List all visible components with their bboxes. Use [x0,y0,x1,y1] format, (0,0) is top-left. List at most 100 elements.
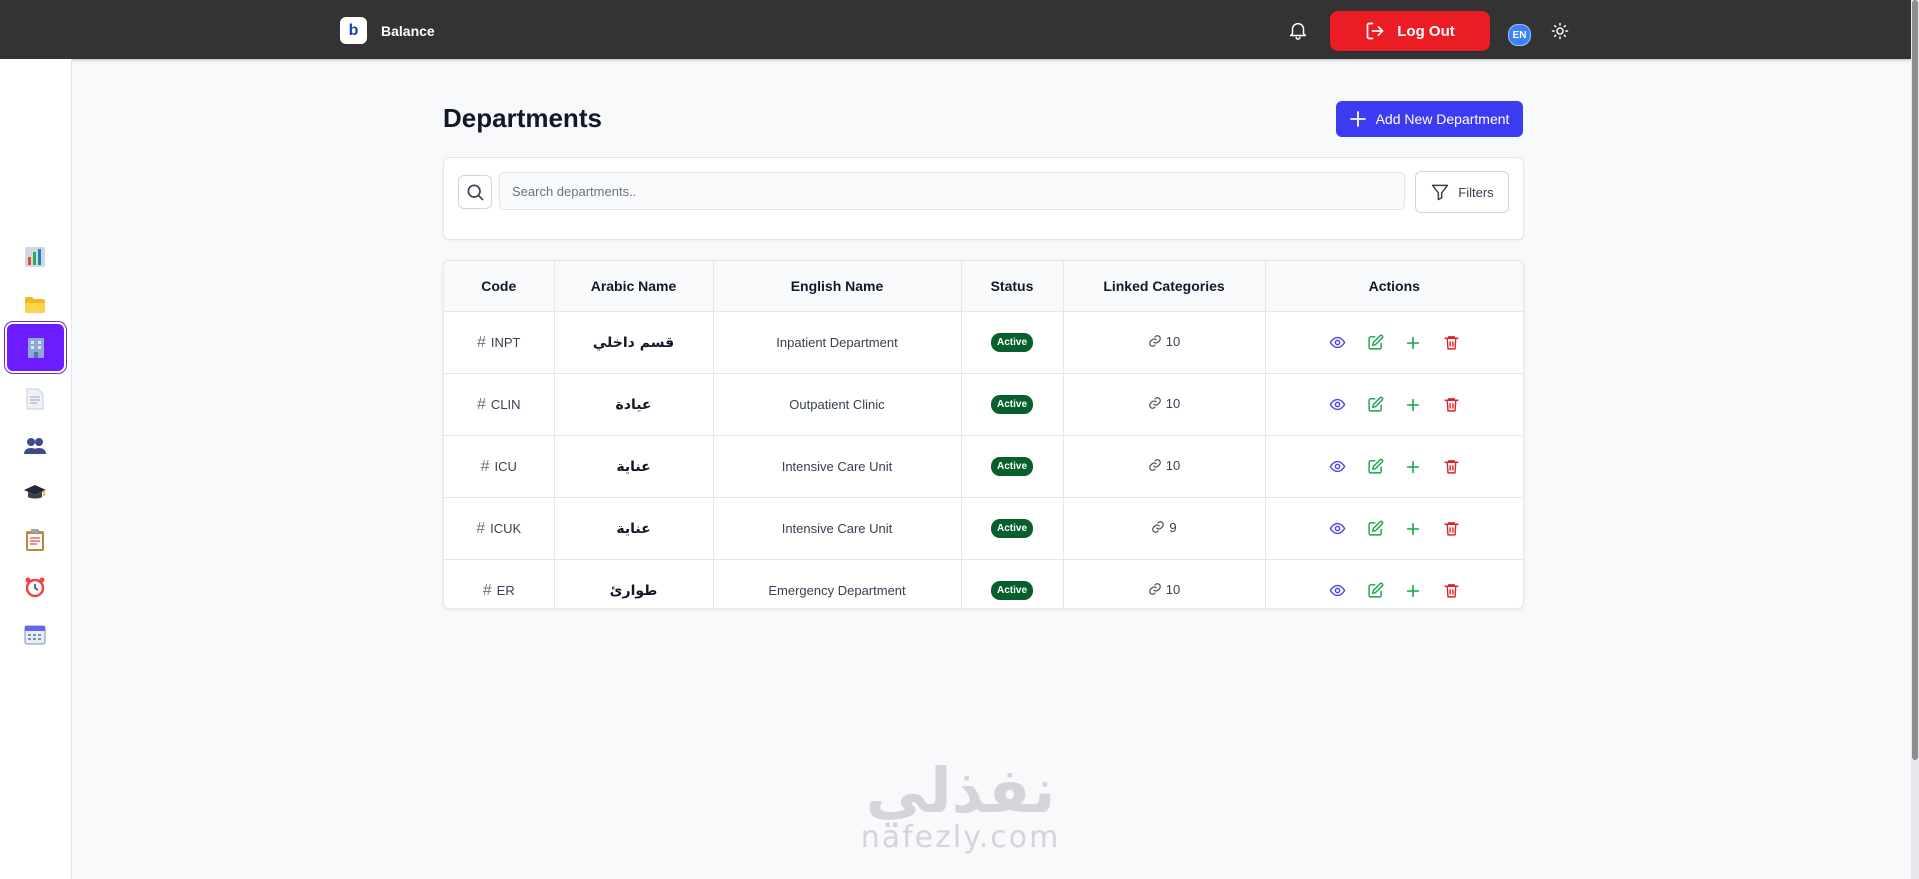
scrollbar-thumb[interactable] [1912,0,1918,760]
sidebar-item-tasks[interactable] [10,518,60,562]
cell-code: # INPT [444,311,555,374]
column-header-linked-categories[interactable]: Linked Categories [1063,261,1266,312]
delete-button[interactable] [1442,582,1460,600]
table-row[interactable]: # CLIN عيادة Outpatient Clinic Active 10 [444,373,1523,436]
linked-categories[interactable]: 10 [1148,396,1180,411]
cell-actions [1265,560,1523,609]
linked-categories-count: 10 [1165,581,1181,597]
cell-linked-categories: 10 [1063,373,1266,436]
delete-button[interactable] [1442,458,1460,476]
sidebar-item-training[interactable] [10,471,60,515]
calendar-icon [24,625,46,645]
edit-button[interactable] [1366,334,1384,352]
cell-status: Active [961,311,1064,374]
sidebar-item-folders[interactable] [10,283,60,327]
cell-linked-categories: 10 [1063,559,1266,608]
linked-categories-count: 10 [1165,395,1181,411]
view-button[interactable] [1328,520,1346,538]
sidebar-item-users[interactable] [10,424,60,468]
link-icon [1148,335,1161,348]
page-title: Departments [443,103,602,133]
plus-icon [1349,111,1366,127]
column-header-arabic-name[interactable]: Arabic Name [554,261,714,312]
building-icon [27,337,44,358]
add-category-button[interactable] [1404,458,1422,476]
sidebar-item-calendar[interactable] [10,612,60,656]
plus-icon [1407,584,1420,597]
cell-english-name: Inpatient Department [713,311,962,374]
brand[interactable]: b Balance [340,17,435,44]
sun-icon[interactable] [1551,22,1569,40]
add-category-button[interactable] [1404,582,1422,600]
plus-icon [1407,522,1420,535]
edit-button[interactable] [1366,520,1384,538]
status-badge: Active [990,333,1033,352]
linked-categories[interactable]: 10 [1148,334,1180,349]
cell-english-name: Intensive Care Unit [713,435,962,498]
search-button[interactable] [458,175,492,209]
view-button[interactable] [1328,582,1346,600]
cell-english-name: Outpatient Clinic [713,373,962,436]
search-input[interactable] [499,172,1405,210]
add-category-button[interactable] [1404,396,1422,414]
linked-categories-count: 10 [1165,457,1181,473]
edit-icon [1368,582,1384,598]
table-row[interactable]: # INPT قسم داخلي Inpatient Department Act… [444,311,1523,374]
column-header-english-name[interactable]: English Name [713,261,962,312]
cell-actions [1265,435,1523,498]
cell-actions [1265,311,1523,374]
link-icon [1148,397,1161,410]
add-category-button[interactable] [1404,334,1422,352]
cell-status: Active [961,559,1064,608]
sidebar-item-departments[interactable] [7,324,64,371]
column-header-code[interactable]: Code [444,261,555,312]
table-row[interactable]: # ICU عناية Intensive Care Unit Active 10 [444,435,1523,498]
app-logo-letter: b [348,21,359,39]
cell-status: Active [961,373,1064,436]
edit-icon [1368,334,1384,350]
add-department-button[interactable]: Add New Department [1336,101,1523,137]
linked-categories[interactable]: 10 [1148,458,1180,473]
view-button[interactable] [1328,396,1346,414]
link-icon [1152,521,1165,534]
hash-icon: # [480,457,490,475]
view-button[interactable] [1328,334,1346,352]
cell-code: # CLIN [444,373,555,436]
table-row[interactable]: # ICUK عناية Intensive Care Unit Active 9 [444,497,1523,560]
status-badge: Active [990,581,1033,600]
edit-button[interactable] [1366,458,1384,476]
cell-linked-categories: 10 [1063,311,1266,374]
linked-categories[interactable]: 10 [1148,582,1180,597]
cell-arabic-name: عيادة [554,373,714,436]
plus-icon [1407,398,1420,411]
cell-arabic-name: عناية [554,497,714,560]
delete-button[interactable] [1442,334,1460,352]
sidebar-item-documents[interactable] [10,377,60,421]
department-english-name: Intensive Care Unit [781,521,893,536]
view-button[interactable] [1328,458,1346,476]
status-badge: Active [990,395,1033,414]
table-row[interactable]: # ER طوارئ Emergency Department Active 10 [444,559,1523,609]
cell-arabic-name: قسم داخلي [554,311,714,374]
page-scrollbar[interactable] [1911,0,1919,879]
cell-linked-categories: 10 [1063,435,1266,498]
edit-button[interactable] [1366,582,1384,600]
edit-button[interactable] [1366,396,1384,414]
linked-categories[interactable]: 9 [1151,520,1177,535]
filter-icon [1432,184,1449,201]
column-header-status[interactable]: Status [961,261,1064,312]
bell-icon[interactable] [1287,18,1309,42]
delete-button[interactable] [1442,396,1460,414]
sidebar-item-alarms[interactable] [10,565,60,609]
delete-button[interactable] [1442,520,1460,538]
cell-arabic-name: طوارئ [554,559,714,608]
language-switcher[interactable]: EN [1508,24,1531,46]
add-category-button[interactable] [1404,520,1422,538]
sidebar-item-dashboard[interactable] [10,235,60,279]
logout-button[interactable]: Log Out [1330,11,1490,51]
hash-icon: # [476,519,486,537]
logout-icon [1366,22,1384,40]
eye-icon [1329,336,1346,349]
filters-button[interactable]: Filters [1415,171,1509,213]
link-icon [1148,459,1161,472]
